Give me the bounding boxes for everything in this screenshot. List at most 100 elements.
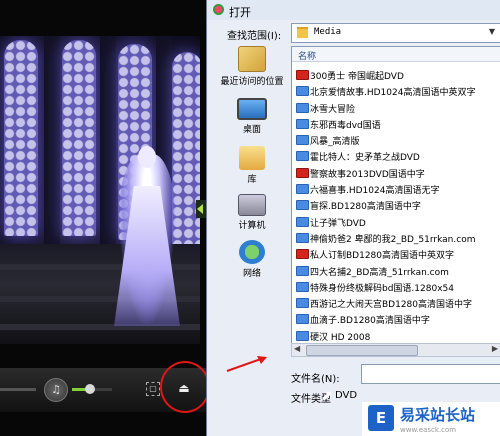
file-list[interactable]: ˄ 名称 300勇士 帝国崛起DVD 北京爱情故事.HD1024高清国语中英双字冰… [291, 46, 500, 344]
folder-icon [297, 27, 308, 38]
scene-window [172, 52, 200, 248]
place-label: 网络 [242, 269, 261, 279]
video-file-icon [296, 232, 309, 243]
fullscreen-icon[interactable]: ▢ [146, 382, 160, 396]
scene-window [62, 40, 96, 236]
file-row[interactable]: 霍比特人：史矛革之战DVD [292, 148, 500, 164]
place-library[interactable]: 库 [217, 146, 287, 185]
file-name: 让子弹飞DVD [310, 218, 366, 229]
seek-track[interactable] [0, 388, 36, 391]
column-header-label: 名称 [298, 52, 317, 62]
place-recent[interactable]: 最近访问的位置 [217, 46, 287, 87]
file-name: 东邪西毒dvd国语 [310, 120, 381, 131]
column-header-name[interactable]: ˄ 名称 [292, 47, 500, 62]
file-rows: 300勇士 帝国崛起DVD 北京爱情故事.HD1024高清国语中英双字 冰雪大冒险东… [292, 67, 500, 343]
file-name: 北京爱情故事.HD1024高清国语中英双字 [310, 88, 476, 99]
horizontal-scrollbar[interactable]: ◀ ▶ [291, 343, 500, 357]
file-name: 特殊身份终极解码bd国语.1280x54 [310, 283, 454, 294]
video-file-icon [296, 151, 309, 162]
video-file-icon [296, 200, 309, 211]
highlight-circle [160, 361, 210, 413]
video-file-icon [296, 86, 309, 97]
sort-arrow-icon: ˄ [388, 46, 393, 55]
place-desktop[interactable]: 桌面 [217, 98, 287, 135]
video-file-icon [296, 118, 309, 129]
file-row[interactable]: 300勇士 帝国崛起DVD [292, 67, 500, 83]
video-file-icon [296, 298, 309, 309]
file-row[interactable]: 血滴子.BD1280高清国语中字 [292, 311, 500, 327]
file-row[interactable]: 让子弹飞DVD [292, 214, 500, 230]
library-icon [239, 146, 265, 170]
speaker-icon[interactable]: ♫ [44, 378, 68, 402]
file-row[interactable]: 神偷奶爸2 卑鄙的我2_BD_51rrkan.com [292, 230, 500, 246]
file-row[interactable]: 北京爱情故事.HD1024高清国语中英双字 [292, 83, 500, 99]
filename-input[interactable] [361, 364, 500, 384]
mouse-cursor-icon: ⬈ [321, 388, 333, 404]
file-name: 私人订制BD1280高清国语中英双字 [310, 251, 455, 262]
app-icon [213, 4, 224, 15]
watermark-text: 易采站长站 [400, 406, 476, 424]
video-file-icon [296, 249, 309, 260]
file-row[interactable]: 六福喜事.HD1024高清国语无字 [292, 181, 500, 197]
video-file-icon [296, 216, 309, 227]
file-name: 冰雪大冒险 [310, 104, 356, 115]
computer-icon [238, 194, 266, 216]
file-row[interactable]: 风暴_高清版 [292, 132, 500, 148]
look-in-dropdown[interactable]: Media ▼ [291, 23, 500, 43]
places-bar: 最近访问的位置 桌面 库 计算机 网络 [217, 46, 287, 286]
file-row[interactable]: 西游记之大闹天宫BD1280高清国语中字 [292, 295, 500, 311]
video-file-icon [296, 330, 309, 341]
place-network[interactable]: 网络 [217, 240, 287, 279]
filetype-dropdown[interactable]: DVD [335, 390, 357, 401]
file-row[interactable]: 硬汉 HD 2008 [292, 328, 500, 343]
file-name: 硬汉 HD 2008 [310, 332, 371, 343]
network-icon [239, 240, 265, 264]
place-label: 库 [247, 175, 257, 185]
watermark: E 易采站长站 www.easck.com [362, 402, 500, 436]
file-name: 盲探.BD1280高清国语中字 [310, 202, 421, 213]
place-label: 桌面 [242, 125, 261, 135]
scroll-right-icon[interactable]: ▶ [492, 344, 498, 353]
file-row[interactable]: 私人订制BD1280高清国语中英双字 [292, 246, 500, 262]
place-computer[interactable]: 计算机 [217, 194, 287, 231]
video-file-icon [296, 281, 309, 292]
video-player: ♫ ▢ ⏏ [0, 0, 210, 436]
dialog-titlebar[interactable]: 打开 [207, 0, 500, 20]
video-file-icon [296, 314, 309, 325]
video-file-icon [296, 135, 309, 146]
video-file-icon [296, 167, 309, 178]
file-name: 警察故事2013DVD国语中字 [310, 169, 425, 180]
file-row[interactable]: 特殊身份终极解码bd国语.1280x54 [292, 279, 500, 295]
file-row[interactable]: 东邪西毒dvd国语 [292, 116, 500, 132]
video-file-icon [296, 184, 309, 195]
watermark-url: www.easck.com [400, 426, 457, 434]
look-in-value: Media [314, 27, 342, 37]
file-name: 神偷奶爸2 卑鄙的我2_BD_51rrkan.com [310, 234, 476, 245]
scrollbar-thumb[interactable] [306, 345, 418, 356]
video-file-icon [296, 265, 309, 276]
file-row[interactable]: 警察故事2013DVD国语中字 [292, 165, 500, 181]
file-row[interactable]: 四大名捕2_BD高清_51rrkan.com [292, 263, 500, 279]
volume-slider[interactable] [72, 384, 112, 394]
video-file-icon [296, 102, 309, 113]
filename-label: 文件名(N): [291, 374, 340, 385]
file-name: 风暴_高清版 [310, 137, 360, 148]
collapse-panel-arrow-icon[interactable] [196, 200, 206, 218]
place-label: 计算机 [238, 221, 266, 231]
dialog-title: 打开 [229, 6, 251, 19]
desktop-icon [237, 98, 267, 120]
video-frame[interactable] [0, 36, 200, 344]
annotation-arrow-icon [226, 356, 267, 372]
file-row[interactable]: 冰雪大冒险 [292, 100, 500, 116]
chevron-down-icon[interactable]: ▼ [486, 26, 498, 38]
volume-knob[interactable] [85, 384, 95, 394]
video-file-icon [296, 70, 309, 80]
file-name: 霍比特人：史矛革之战DVD [310, 153, 420, 164]
file-name: 四大名捕2_BD高清_51rrkan.com [310, 267, 449, 278]
place-label: 最近访问的位置 [220, 77, 284, 87]
file-row[interactable]: 盲探.BD1280高清国语中字 [292, 197, 500, 213]
scroll-left-icon[interactable]: ◀ [294, 344, 300, 353]
file-name: 300勇士 帝国崛起DVD [310, 72, 404, 82]
file-name: 西游记之大闹天宫BD1280高清国语中字 [310, 300, 473, 311]
file-name: 血滴子.BD1280高清国语中字 [310, 316, 430, 327]
